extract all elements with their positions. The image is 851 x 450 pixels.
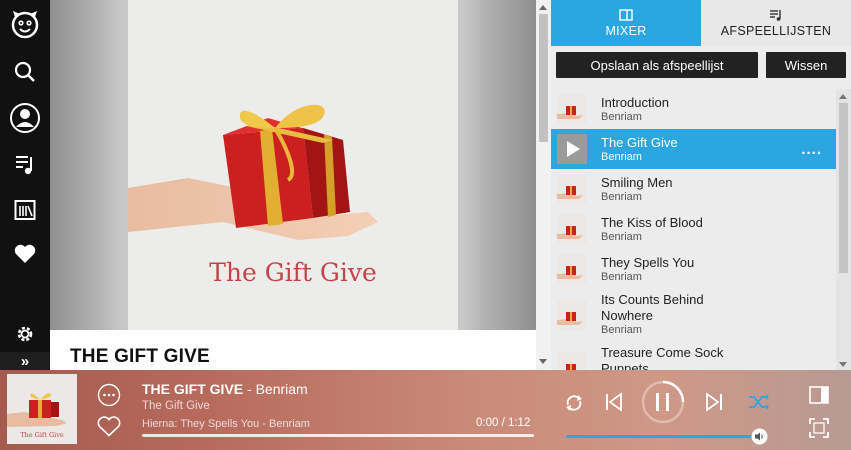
- up-next-text: Hierna: They Spells You - Benriam: [142, 418, 310, 430]
- track-title: The Kiss of Blood: [601, 215, 703, 230]
- queue-item-active[interactable]: The Gift Give Benriam ....: [551, 129, 836, 169]
- next-track-icon[interactable]: [704, 392, 724, 417]
- save-as-playlist-button[interactable]: Opslaan als afspeellijst: [556, 52, 758, 78]
- profile-icon[interactable]: [0, 98, 50, 138]
- queue-item[interactable]: Introduction Benriam: [551, 89, 836, 129]
- cover-caption: The Gift Give: [209, 258, 377, 287]
- track-artist: Benriam: [601, 231, 642, 243]
- search-icon[interactable]: [0, 52, 50, 92]
- right-panel: MIXER AFSPEELLIJSTEN Opslaan als afspeel…: [551, 0, 851, 370]
- queue-list: Introduction Benriam The Gift Give Benri…: [551, 89, 836, 370]
- now-playing-album: The Gift Give: [142, 400, 210, 412]
- center-scrollbar[interactable]: [536, 0, 551, 370]
- queue-item[interactable]: They Spells You Benriam: [551, 249, 836, 289]
- clear-button[interactable]: Wissen: [766, 52, 846, 78]
- player-bar: The Gift Give THE GIFT GIVE - Benriam Th…: [0, 370, 851, 450]
- more-options-icon[interactable]: ....: [801, 141, 822, 158]
- tab-mixer[interactable]: MIXER: [551, 0, 701, 46]
- now-playing-cover: The Gift Give: [7, 374, 77, 444]
- track-thumbnail: [557, 94, 587, 124]
- time-display: 0:00 / 1:12: [476, 417, 531, 429]
- gear-icon[interactable]: [0, 314, 50, 354]
- expand-icon[interactable]: »: [0, 352, 50, 370]
- track-thumbnail: [557, 214, 587, 244]
- favorite-heart-icon[interactable]: [97, 416, 121, 442]
- volume-icon[interactable]: [751, 428, 768, 450]
- track-title: Treasure Come Sock Puppets: [601, 345, 724, 370]
- now-playing-title: THE GIFT GIVE - Benriam: [142, 381, 308, 397]
- track-artist: Benriam: [601, 324, 642, 336]
- queue-item[interactable]: Treasure Come Sock Puppets: [551, 341, 836, 370]
- repeat-icon[interactable]: [563, 392, 585, 419]
- track-title: Introduction: [601, 95, 669, 110]
- playlist-icon: [770, 9, 781, 21]
- volume-slider[interactable]: [566, 435, 756, 438]
- track-thumbnail: [557, 174, 587, 204]
- radio-icon[interactable]: [0, 190, 50, 230]
- tab-playlists-label: AFSPEELLIJSTEN: [720, 23, 832, 38]
- album-cover: The Gift Give: [128, 0, 458, 330]
- track-artist: - Benriam: [243, 381, 308, 397]
- track-thumbnail: [557, 300, 587, 330]
- track-artist: Benriam: [601, 191, 642, 203]
- pause-button[interactable]: [641, 380, 685, 429]
- track-artist: Benriam: [601, 271, 642, 283]
- track-title: Its Counts Behind Nowhere: [601, 292, 704, 323]
- shuffle-icon[interactable]: [748, 393, 770, 416]
- queue-scrollbar[interactable]: [836, 89, 851, 370]
- album-title: THE GIFT GIVE: [70, 346, 210, 367]
- music-library-icon[interactable]: [0, 145, 50, 185]
- track-artist: Benriam: [601, 151, 642, 163]
- heart-icon[interactable]: [0, 234, 50, 274]
- track-thumbnail: [557, 352, 587, 370]
- progress-bar[interactable]: [142, 434, 534, 437]
- tab-playlists[interactable]: AFSPEELLIJSTEN: [701, 0, 851, 46]
- more-options-icon[interactable]: [97, 383, 121, 412]
- track-thumbnail: [557, 254, 587, 284]
- queue-item[interactable]: Smiling Men Benriam: [551, 169, 836, 209]
- panel-icon: [619, 8, 633, 21]
- previous-track-icon[interactable]: [604, 392, 624, 417]
- toggle-panel-icon[interactable]: [809, 386, 829, 409]
- album-view: The Gift Give THE GIFT GIVE: [50, 0, 551, 370]
- track-title: The Gift Give: [601, 135, 678, 150]
- track-title: THE GIFT GIVE: [142, 381, 244, 397]
- thumb-caption: The Gift Give: [20, 431, 64, 439]
- left-nav: »: [0, 0, 50, 370]
- track-artist: Benriam: [601, 111, 642, 123]
- logo-icon[interactable]: [0, 4, 50, 44]
- queue-item[interactable]: The Kiss of Blood Benriam: [551, 209, 836, 249]
- track-title: Smiling Men: [601, 175, 673, 190]
- tab-mixer-label: MIXER: [605, 23, 647, 38]
- queue-item[interactable]: Its Counts Behind Nowhere Benriam: [551, 289, 836, 341]
- fullscreen-icon[interactable]: [808, 417, 830, 444]
- play-icon[interactable]: [557, 134, 587, 164]
- track-title: They Spells You: [601, 255, 695, 270]
